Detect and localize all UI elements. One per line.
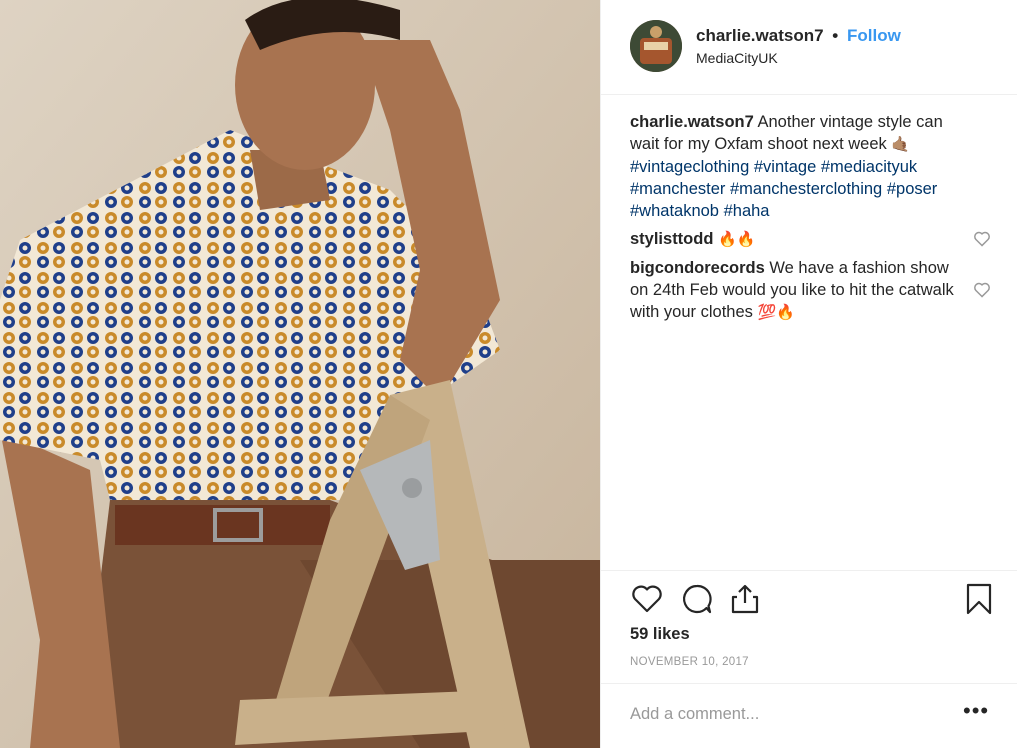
- hashtag-link[interactable]: #vintageclothing: [630, 158, 749, 176]
- comment-like-heart-icon[interactable]: [973, 282, 991, 298]
- hashtag-link[interactable]: #whataknob: [630, 202, 719, 220]
- hashtag-link[interactable]: #haha: [724, 202, 770, 220]
- comment-icon[interactable]: [680, 582, 714, 616]
- follow-button[interactable]: Follow: [847, 26, 901, 45]
- comment-item: bigcondorecords We have a fashion show o…: [630, 257, 970, 324]
- post-date: NOVEMBER 10, 2017: [630, 656, 749, 668]
- profile-avatar[interactable]: [630, 20, 682, 72]
- hashtag-link[interactable]: #mediacityuk: [821, 158, 917, 176]
- separator-dot: •: [832, 26, 839, 45]
- post-photo[interactable]: [0, 0, 600, 748]
- comments-list: charlie.watson7 Another vintage style ca…: [630, 111, 970, 330]
- heart-icon[interactable]: [630, 582, 664, 616]
- actions-divider: [601, 570, 1017, 571]
- caption: charlie.watson7 Another vintage style ca…: [630, 111, 970, 222]
- header-username[interactable]: charlie.watson7: [696, 26, 824, 45]
- comment-username[interactable]: stylisttodd: [630, 230, 713, 248]
- location-link[interactable]: MediaCityUK: [696, 50, 778, 66]
- post-header: charlie.watson7 • Follow MediaCityUK: [601, 0, 1017, 95]
- add-comment-input[interactable]: [630, 700, 930, 728]
- hashtag-link[interactable]: #manchester: [630, 180, 725, 198]
- action-bar: [630, 582, 992, 618]
- header-name-row: charlie.watson7 • Follow: [696, 26, 901, 46]
- instagram-post: charlie.watson7 • Follow MediaCityUK cha…: [0, 0, 1017, 748]
- photo-illustration: [0, 0, 600, 748]
- caption-emoji: 🤙🏽: [891, 136, 911, 153]
- hashtag-link[interactable]: #manchesterclothing: [730, 180, 882, 198]
- bookmark-icon[interactable]: [962, 582, 996, 616]
- hashtag-link[interactable]: #poser: [887, 180, 937, 198]
- post-sidebar: charlie.watson7 • Follow MediaCityUK cha…: [600, 0, 1017, 748]
- avatar-image: [630, 20, 682, 72]
- comment-emoji: 🔥🔥: [718, 231, 756, 248]
- comment-like-heart-icon[interactable]: [973, 231, 991, 247]
- comment-emoji: 💯🔥: [757, 304, 795, 321]
- caption-username[interactable]: charlie.watson7: [630, 113, 754, 131]
- hashtag-link[interactable]: #vintage: [754, 158, 816, 176]
- likes-count[interactable]: 59 likes: [630, 625, 690, 644]
- share-icon[interactable]: [728, 582, 762, 616]
- add-comment-divider: [601, 683, 1017, 684]
- comment-username[interactable]: bigcondorecords: [630, 259, 765, 277]
- comment-item: stylisttodd 🔥🔥: [630, 228, 970, 251]
- more-options-button[interactable]: •••: [963, 700, 989, 722]
